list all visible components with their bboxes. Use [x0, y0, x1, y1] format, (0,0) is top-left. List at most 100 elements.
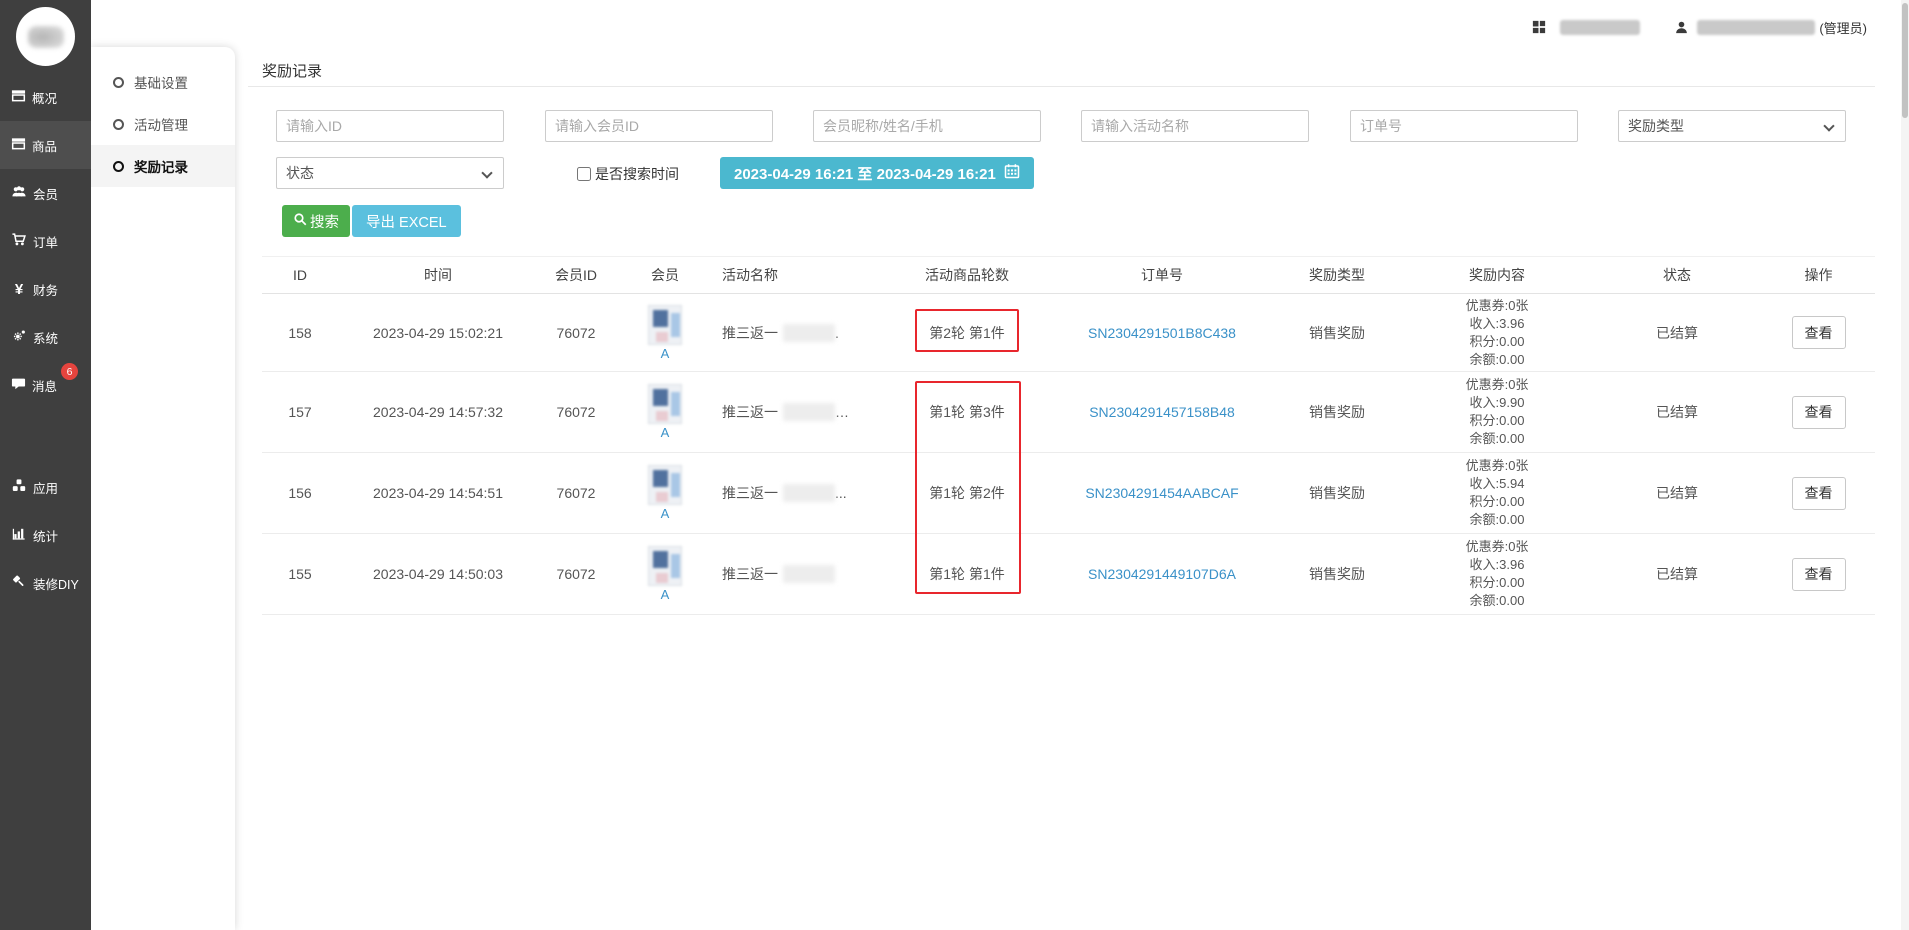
scrollbar-thumb[interactable]: [1902, 3, 1908, 118]
sidebar-item-apps[interactable]: 应用: [0, 463, 91, 511]
col-header-round: 活动商品轮数: [882, 265, 1052, 285]
chevron-down-icon: [481, 167, 492, 178]
view-button[interactable]: 查看: [1792, 477, 1846, 510]
member-id-input[interactable]: [545, 110, 773, 142]
finance-icon: ¥: [11, 281, 27, 298]
cell-activity: 推三返一.: [716, 323, 882, 343]
order-number-link[interactable]: SN2304291449107D6A: [1088, 566, 1236, 582]
main-content: 奖励记录 奖励类型 状态 是否搜索时间 2023-04-29 16:21 至 2…: [235, 0, 1909, 930]
order-number-link[interactable]: SN2304291454AABCAF: [1085, 485, 1238, 501]
status-select[interactable]: 状态: [276, 157, 504, 189]
table-header-row: ID 时间 会员ID 会员 活动名称 活动商品轮数 订单号 奖励类型 奖励内容 …: [262, 257, 1875, 294]
reward-line-balance: 余额:0.00: [1470, 351, 1525, 369]
activity-name-redacted: [783, 324, 835, 342]
cell-id: 158: [262, 325, 338, 341]
submenu-item-basic-settings[interactable]: 基础设置: [91, 61, 235, 103]
cell-id: 155: [262, 566, 338, 582]
cell-time: 2023-04-29 15:02:21: [338, 325, 538, 341]
view-button[interactable]: 查看: [1792, 396, 1846, 429]
member-letter: A: [661, 587, 670, 602]
sidebar-item-label: 装修DIY: [33, 574, 79, 593]
cell-time: 2023-04-29 14:50:03: [338, 566, 538, 582]
activity-suffix: ...: [835, 485, 847, 501]
grid-icon[interactable]: [1532, 20, 1546, 34]
activity-suffix: …: [835, 404, 849, 420]
activity-name-input[interactable]: [1081, 110, 1309, 142]
cell-member-id: 76072: [538, 485, 614, 501]
view-button[interactable]: 查看: [1792, 558, 1846, 591]
export-excel-button[interactable]: 导出 EXCEL: [352, 205, 461, 237]
reward-type-select[interactable]: 奖励类型: [1618, 110, 1846, 142]
top-header-bar: (管理员): [0, 0, 1909, 54]
sidebar-item-products[interactable]: 商品: [0, 121, 91, 169]
cell-action: 查看: [1762, 396, 1875, 429]
reward-line-coupon: 优惠券:0张: [1466, 538, 1529, 556]
vertical-scrollbar[interactable]: [1901, 0, 1909, 930]
sidebar-item-system[interactable]: 系统: [0, 313, 91, 361]
cell-reward-type: 销售奖励: [1272, 323, 1402, 343]
order-number-link[interactable]: SN2304291501B8C438: [1088, 325, 1236, 341]
search-time-checkbox-label: 是否搜索时间: [595, 164, 679, 184]
order-number-input[interactable]: [1350, 110, 1578, 142]
cell-reward-type: 销售奖励: [1272, 483, 1402, 503]
activity-name: 推三返一: [722, 323, 778, 343]
sidebar-item-orders[interactable]: 订单: [0, 217, 91, 265]
activity-name: 推三返一: [722, 564, 778, 584]
activity-suffix: .: [835, 325, 839, 341]
member-avatar-redacted: [648, 546, 682, 586]
diy-icon: [11, 574, 27, 592]
search-time-checkbox[interactable]: [577, 167, 591, 181]
sidebar-item-stats[interactable]: 统计: [0, 511, 91, 559]
admin-name-redacted: [1697, 20, 1815, 35]
status-select-value: 状态: [286, 163, 314, 183]
reward-line-income: 收入:5.94: [1470, 475, 1525, 493]
page-title: 奖励记录: [262, 60, 322, 81]
reward-line-balance: 余额:0.00: [1470, 592, 1525, 610]
cell-round: 第1轮 第2件: [882, 483, 1052, 503]
cell-action: 查看: [1762, 477, 1875, 510]
top-header-right: (管理员): [1532, 0, 1867, 54]
sidebar-item-label: 应用: [33, 478, 58, 497]
id-input[interactable]: [276, 110, 504, 142]
activity-name-redacted: [783, 484, 835, 502]
search-button[interactable]: 搜索: [282, 205, 350, 237]
cell-action: 查看: [1762, 558, 1875, 591]
view-button[interactable]: 查看: [1792, 316, 1846, 349]
sidebar-item-members[interactable]: 会员: [0, 169, 91, 217]
submenu-item-reward-records[interactable]: 奖励记录: [91, 145, 235, 187]
col-header-reward-type: 奖励类型: [1272, 265, 1402, 285]
secondary-menu-panel: 基础设置 活动管理 奖励记录: [91, 47, 235, 930]
reward-line-points: 积分:0.00: [1470, 574, 1525, 592]
radio-ring-icon: [113, 119, 124, 130]
cell-status: 已结算: [1592, 564, 1762, 584]
cell-reward: 优惠券:0张收入:5.94积分:0.00余额:0.00: [1402, 457, 1592, 529]
submenu-item-activity-management[interactable]: 活动管理: [91, 103, 235, 145]
reward-line-points: 积分:0.00: [1470, 412, 1525, 430]
cell-reward: 优惠券:0张收入:3.96积分:0.00余额:0.00: [1402, 297, 1592, 369]
date-range-button[interactable]: 2023-04-29 16:21 至 2023-04-29 16:21: [720, 157, 1034, 189]
avatar-image-redacted: [28, 26, 64, 48]
avatar[interactable]: [16, 7, 75, 66]
activity-name-redacted: [783, 403, 835, 421]
sidebar-item-finance[interactable]: ¥ 财务: [0, 265, 91, 313]
sidebar-item-label: 商品: [32, 136, 57, 155]
sidebar-item-messages[interactable]: 消息 6: [0, 361, 91, 409]
search-button-label: 搜索: [310, 211, 339, 232]
sidebar-item-diy[interactable]: 装修DIY: [0, 559, 91, 607]
activity-name: 推三返一: [722, 483, 778, 503]
cell-status: 已结算: [1592, 323, 1762, 343]
col-header-id: ID: [262, 267, 338, 283]
sidebar-item-label: 统计: [33, 526, 58, 545]
reward-line-balance: 余额:0.00: [1470, 511, 1525, 529]
cell-member: A: [614, 305, 716, 361]
cell-reward: 优惠券:0张收入:9.90积分:0.00余额:0.00: [1402, 376, 1592, 448]
member-letter: A: [661, 506, 670, 521]
nickname-input[interactable]: [813, 110, 1041, 142]
submenu-item-label: 基础设置: [134, 72, 188, 92]
user-icon[interactable]: [1674, 20, 1689, 35]
system-icon: [11, 328, 27, 346]
order-number-link[interactable]: SN2304291457158B48: [1089, 404, 1235, 420]
export-excel-label: 导出 EXCEL: [366, 211, 447, 232]
sidebar-item-overview[interactable]: 概况: [0, 73, 91, 121]
member-letter: A: [661, 425, 670, 440]
